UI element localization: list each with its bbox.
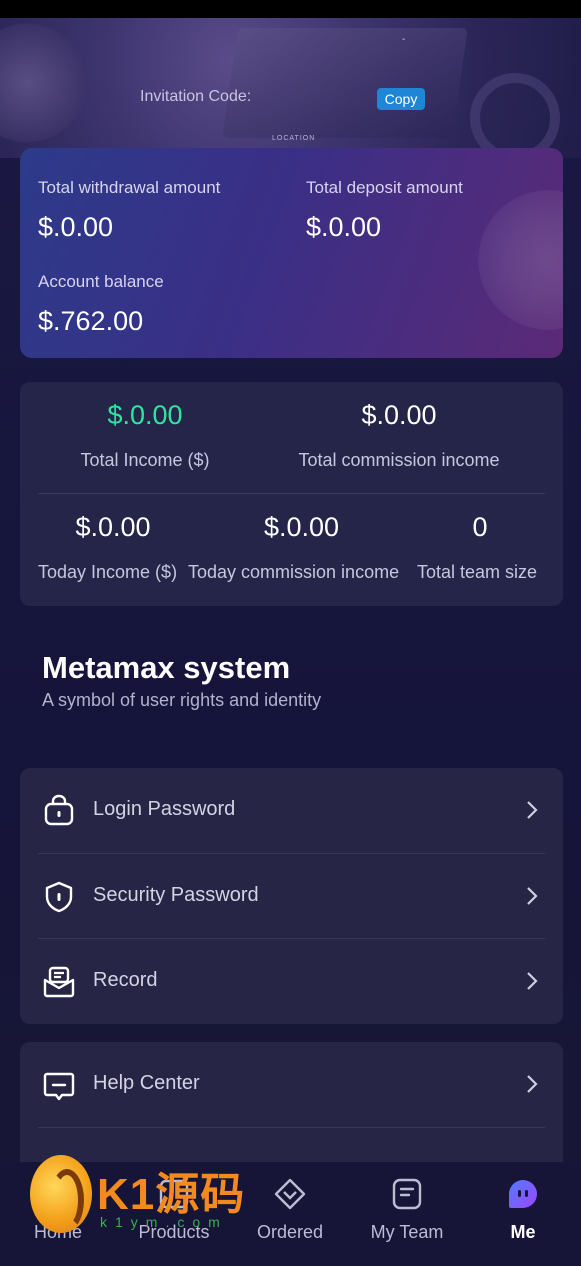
today-commission-value: $.0.00 — [263, 512, 340, 542]
deposit-label: Total deposit amount — [306, 178, 463, 197]
profile-hero-banner: LOCATION - — [0, 18, 581, 158]
system-subtitle: A symbol of user rights and identity — [42, 690, 322, 710]
total-income-value: $.0.00 — [107, 400, 183, 430]
today-commission-label: Today commission income — [188, 562, 400, 582]
menu-item-help-center[interactable]: Help Center — [20, 1042, 563, 1127]
hero-dash: - — [402, 34, 406, 45]
copy-button[interactable]: Copy — [377, 88, 425, 110]
nav-label: Ordered — [256, 1222, 324, 1242]
total-commission-value: $.0.00 — [361, 400, 437, 430]
team-size-label: Total team size — [417, 562, 538, 582]
withdrawal-label: Total withdrawal amount — [38, 178, 221, 197]
status-bar — [0, 0, 581, 18]
nav-my-team[interactable]: My Team — [349, 1162, 465, 1266]
deposit-value: $.0.00 — [306, 212, 382, 242]
total-income-label: Total Income ($) — [80, 450, 210, 470]
nav-label: My Team — [370, 1222, 444, 1242]
shield-icon — [45, 881, 73, 913]
help-chat-icon — [43, 1072, 75, 1101]
security-menu: Login Password Security Password Record — [20, 768, 563, 1024]
watermark-logo-icon — [30, 1155, 92, 1233]
menu-item-label: Help Center — [93, 1072, 200, 1094]
system-title: Metamax system — [42, 650, 291, 685]
team-size-value: 0 — [472, 512, 488, 542]
location-text: LOCATION — [272, 135, 316, 142]
nav-ordered[interactable]: Ordered — [232, 1162, 348, 1266]
account-balance-value: $.762.00 — [38, 306, 144, 336]
withdrawal-value: $.0.00 — [38, 212, 114, 242]
total-commission-label: Total commission income — [298, 450, 500, 470]
chevron-right-icon — [527, 801, 538, 819]
reel-wheel-graphic — [470, 73, 560, 158]
nav-me[interactable]: Me — [465, 1162, 581, 1266]
menu-item-label: Record — [93, 969, 158, 991]
watermark-text: K1源码 — [97, 1170, 246, 1219]
account-balance-label: Account balance — [38, 272, 164, 291]
chevron-right-icon — [527, 1075, 538, 1093]
lock-icon — [44, 794, 74, 826]
menu-item-label: Security Password — [93, 884, 259, 906]
film-reel-graphic — [0, 18, 90, 158]
menu-item-record[interactable]: Record — [20, 939, 563, 1024]
today-income-value: $.0.00 — [75, 512, 151, 542]
watermark-subtext: k1ym.com — [100, 1214, 228, 1230]
ordered-icon — [274, 1178, 306, 1210]
menu-item-security-password[interactable]: Security Password — [20, 854, 563, 939]
balance-card: Total withdrawal amount $.0.00 Total dep… — [20, 148, 563, 358]
chevron-right-icon — [527, 972, 538, 990]
invitation-code-label: Invitation Code: — [140, 88, 252, 105]
record-icon — [43, 966, 75, 998]
film-reel-icon — [478, 190, 563, 330]
chevron-right-icon — [527, 887, 538, 905]
menu-item-login-password[interactable]: Login Password — [20, 768, 563, 853]
menu-item-label: Login Password — [93, 798, 236, 820]
me-icon — [509, 1180, 537, 1208]
menu-divider — [38, 1127, 545, 1128]
stats-divider — [38, 493, 545, 494]
income-stats-card: $.0.00 Total Income ($) $.0.00 Total com… — [20, 382, 563, 606]
team-icon — [392, 1178, 422, 1210]
nav-label: Me — [510, 1222, 536, 1242]
today-income-label: Today Income ($) — [38, 562, 178, 582]
clapperboard-graphic — [222, 28, 468, 138]
